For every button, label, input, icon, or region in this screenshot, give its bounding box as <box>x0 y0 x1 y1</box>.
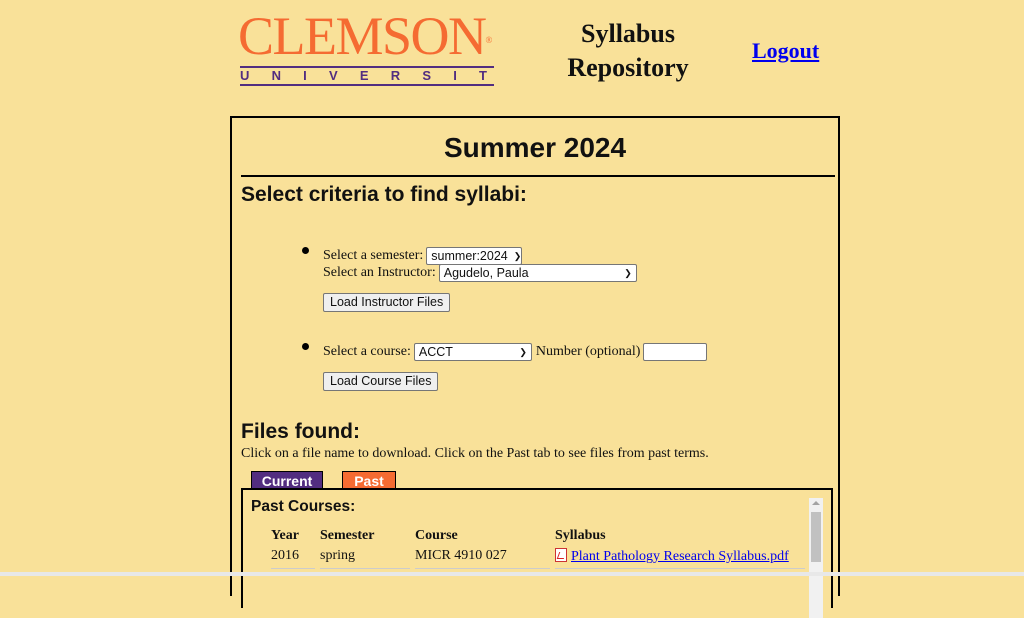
logo-wordmark: CLEMSON® <box>238 6 492 66</box>
column-header-course: Course <box>415 528 458 543</box>
course-value: ACCT <box>418 345 453 359</box>
instructor-select[interactable]: Agudelo, Paula ❯ <box>438 264 637 282</box>
clemson-logo: CLEMSON® UNIVERSITY <box>238 6 496 86</box>
criteria-heading: Select criteria to find syllabi: <box>241 183 527 206</box>
chevron-down-icon: ❯ <box>513 251 522 261</box>
app-title-line2: Repository <box>567 53 689 82</box>
load-course-files-button[interactable]: Load Course Files <box>323 372 439 391</box>
title-divider <box>241 175 835 177</box>
app-title: Syllabus Repository <box>548 17 708 85</box>
course-label: Select a course: <box>323 344 411 359</box>
column-header-semester: Semester <box>320 528 375 543</box>
past-courses-heading: Past Courses: <box>251 498 356 515</box>
bullet-icon <box>302 343 309 350</box>
row-divider <box>555 568 805 569</box>
logout-link[interactable]: Logout <box>752 38 819 64</box>
files-hint: Click on a file name to download. Click … <box>241 446 709 461</box>
pdf-icon <box>555 548 567 562</box>
cell-course: MICR 4910 027 <box>415 548 507 563</box>
scrollbar-thumb[interactable] <box>811 512 821 562</box>
course-select[interactable]: ACCT ❯ <box>413 343 532 361</box>
load-instructor-files-button[interactable]: Load Instructor Files <box>323 293 451 312</box>
semester-value: summer:2024 <box>431 249 508 263</box>
semester-label: Select a semester: <box>323 248 424 263</box>
chevron-down-icon: ❯ <box>624 268 632 278</box>
cell-semester: spring <box>320 548 355 563</box>
files-list: Past Courses: Year Semester Course Sylla… <box>241 488 833 618</box>
column-header-syllabus: Syllabus <box>555 528 606 543</box>
row-divider <box>320 568 410 569</box>
number-label: Number (optional) <box>535 344 641 359</box>
cell-syllabus: Plant Pathology Research Syllabus.pdf <box>555 548 789 565</box>
chevron-down-icon: ❯ <box>519 347 527 357</box>
cell-year: 2016 <box>271 548 299 563</box>
term-title: Summer 2024 <box>443 132 627 163</box>
instructor-label: Select an Instructor: <box>323 265 436 280</box>
files-scrollbar[interactable] <box>809 498 823 618</box>
column-header-year: Year <box>271 528 299 543</box>
logo-divider <box>240 84 494 86</box>
semester-select[interactable]: summer:2024 ❯ <box>426 247 523 265</box>
page-header: CLEMSON® UNIVERSITY Syllabus Repository … <box>0 0 1024 110</box>
course-row: Select a course: ACCT ❯ Number (optional) <box>323 343 708 361</box>
horizontal-scrollbar[interactable] <box>0 572 1024 576</box>
course-number-input[interactable] <box>643 343 708 361</box>
logo-subtitle: UNIVERSITY <box>240 68 496 83</box>
scroll-up-arrow-icon[interactable] <box>812 501 820 505</box>
row-divider <box>415 568 550 569</box>
files-heading: Files found: <box>241 420 360 443</box>
instructor-row: Select an Instructor: Agudelo, Paula ❯ <box>323 264 637 282</box>
instructor-value: Agudelo, Paula <box>443 266 529 280</box>
semester-row: Select a semester: summer:2024 ❯ <box>323 247 523 265</box>
bullet-icon <box>302 247 309 254</box>
syllabus-file-link[interactable]: Plant Pathology Research Syllabus.pdf <box>571 549 789 564</box>
row-divider <box>271 568 315 569</box>
app-title-line1: Syllabus <box>581 19 675 48</box>
main-panel: Summer 2024 Select criteria to find syll… <box>230 116 840 618</box>
